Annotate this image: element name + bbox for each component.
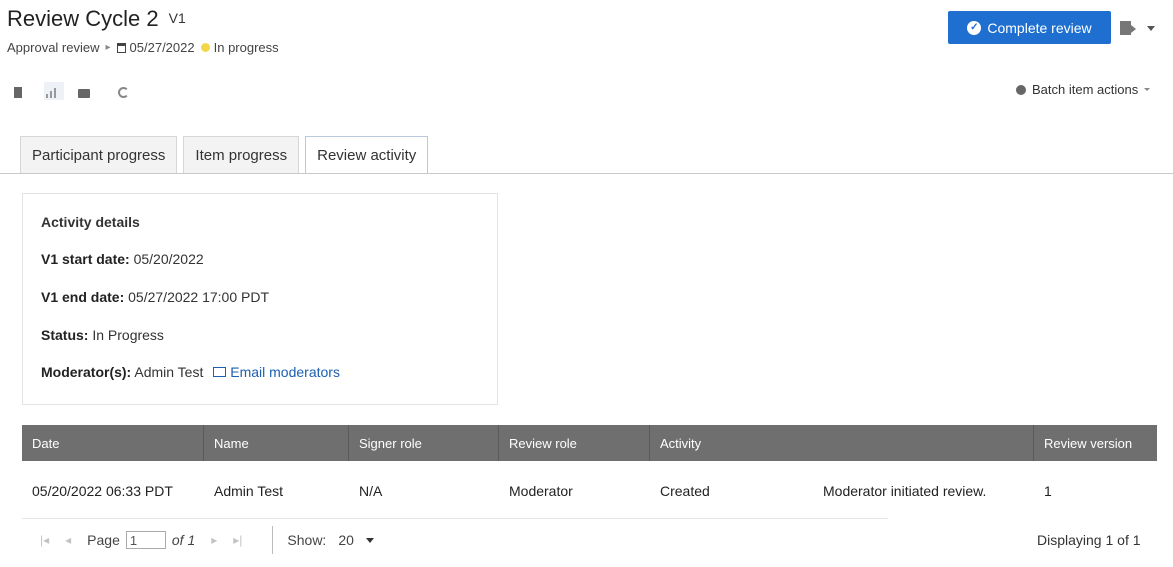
start-date-value: 05/20/2022 xyxy=(133,251,204,267)
bars-view-icon xyxy=(46,94,48,98)
table-row[interactable]: 05/20/2022 06:33 PDT Admin Test N/A Mode… xyxy=(22,470,1157,512)
export-icon xyxy=(1120,21,1136,35)
document-view-icon xyxy=(14,87,22,98)
end-date-label: V1 end date: xyxy=(41,289,125,305)
activity-table-header: Date Name Signer role Review role Activi… xyxy=(22,425,1157,461)
tab-review-activity[interactable]: Review activity xyxy=(305,136,429,174)
review-meta: Approval review ▸ 05/27/2022 In progress xyxy=(7,40,279,55)
status-value: In Progress xyxy=(92,327,164,343)
status-text: In progress xyxy=(213,40,279,55)
calendar-icon xyxy=(116,42,126,53)
activity-details-heading: Activity details xyxy=(41,214,140,230)
activity-details-panel: Activity details V1 start date: 05/20/20… xyxy=(22,193,498,405)
pagination-bar: |◂ ◂ Page of 1 ▸ ▸| Show: 20 xyxy=(40,526,374,554)
cell-review-version: 1 xyxy=(1044,483,1052,499)
column-header-name[interactable]: Name xyxy=(204,425,349,461)
column-header-review-role[interactable]: Review role xyxy=(499,425,650,461)
page-number-input[interactable] xyxy=(125,531,166,549)
row-divider xyxy=(22,518,888,519)
email-moderators-label: Email moderators xyxy=(230,364,340,380)
export-menu-button[interactable] xyxy=(1120,14,1168,42)
tab-bar: Participant progress Item progress Revie… xyxy=(20,136,429,174)
moderators-value: Admin Test xyxy=(134,364,204,380)
column-header-activity[interactable]: Activity xyxy=(650,425,1034,461)
status-label: Status: xyxy=(41,327,89,343)
start-date-row: V1 start date: 05/20/2022 xyxy=(41,251,204,267)
batch-item-actions-menu[interactable]: Batch item actions xyxy=(1016,82,1151,97)
next-page-icon[interactable]: ▸ xyxy=(211,533,217,547)
review-type: Approval review xyxy=(7,40,100,55)
status-dot-icon xyxy=(200,43,210,52)
displaying-count: Displaying 1 of 1 xyxy=(1037,532,1141,548)
last-page-icon[interactable]: ▸| xyxy=(233,533,242,547)
cell-date: 05/20/2022 06:33 PDT xyxy=(32,483,173,499)
comment-view-button[interactable] xyxy=(78,84,94,98)
chevron-down-icon xyxy=(1144,88,1151,91)
envelope-icon xyxy=(213,367,227,377)
show-label: Show: xyxy=(287,532,327,548)
cell-activity: Created xyxy=(660,483,710,499)
end-date-row: V1 end date: 05/27/2022 17:00 PDT xyxy=(41,289,269,305)
refresh-icon xyxy=(118,87,129,98)
cell-signer-role: N/A xyxy=(359,483,383,499)
cell-review-role: Moderator xyxy=(509,483,573,499)
page-size-select[interactable]: 20 xyxy=(338,532,374,548)
page-label: Page xyxy=(87,532,120,548)
due-date: 05/27/2022 xyxy=(129,40,195,55)
view-toolbar xyxy=(14,82,134,100)
batch-item-actions-label: Batch item actions xyxy=(1032,82,1139,97)
chevron-down-icon xyxy=(365,537,374,543)
moderators-row: Moderator(s): Admin Test Email moderator… xyxy=(41,364,340,380)
end-date-value: 05/27/2022 17:00 PDT xyxy=(128,289,270,305)
review-title: Review Cycle 2 xyxy=(7,6,159,31)
first-page-icon[interactable]: |◂ xyxy=(40,533,49,547)
document-view-button[interactable] xyxy=(14,84,30,98)
page-count: of 1 xyxy=(171,532,196,548)
cell-activity-note: Moderator initiated review. xyxy=(823,483,987,499)
pager-divider xyxy=(272,526,274,554)
tab-participant-progress[interactable]: Participant progress xyxy=(20,136,178,173)
cell-name: Admin Test xyxy=(214,483,283,499)
refresh-button[interactable] xyxy=(118,84,134,98)
prev-page-icon[interactable]: ◂ xyxy=(65,533,71,547)
tab-divider xyxy=(0,173,1173,174)
column-header-signer-role[interactable]: Signer role xyxy=(349,425,499,461)
complete-review-button[interactable]: ✓ Complete review xyxy=(948,11,1111,44)
separator-icon: ▸ xyxy=(105,42,111,53)
status-row: Status: In Progress xyxy=(41,327,164,343)
bars-view-button[interactable] xyxy=(44,82,64,100)
version-label: V1 xyxy=(168,10,186,26)
gear-icon xyxy=(1016,84,1026,95)
column-header-date[interactable]: Date xyxy=(22,425,204,461)
start-date-label: V1 start date: xyxy=(41,251,130,267)
email-moderators-link[interactable]: Email moderators xyxy=(213,364,340,380)
chevron-down-icon xyxy=(1147,25,1155,31)
page-size-value: 20 xyxy=(338,532,354,548)
page-title: Review Cycle 2 V1 xyxy=(7,6,186,32)
check-circle-icon: ✓ xyxy=(967,20,982,35)
comment-view-icon xyxy=(78,89,90,98)
tab-item-progress[interactable]: Item progress xyxy=(183,136,300,173)
column-header-review-version[interactable]: Review version xyxy=(1034,425,1157,461)
complete-review-label: Complete review xyxy=(987,19,1092,36)
moderators-label: Moderator(s): xyxy=(41,364,132,380)
